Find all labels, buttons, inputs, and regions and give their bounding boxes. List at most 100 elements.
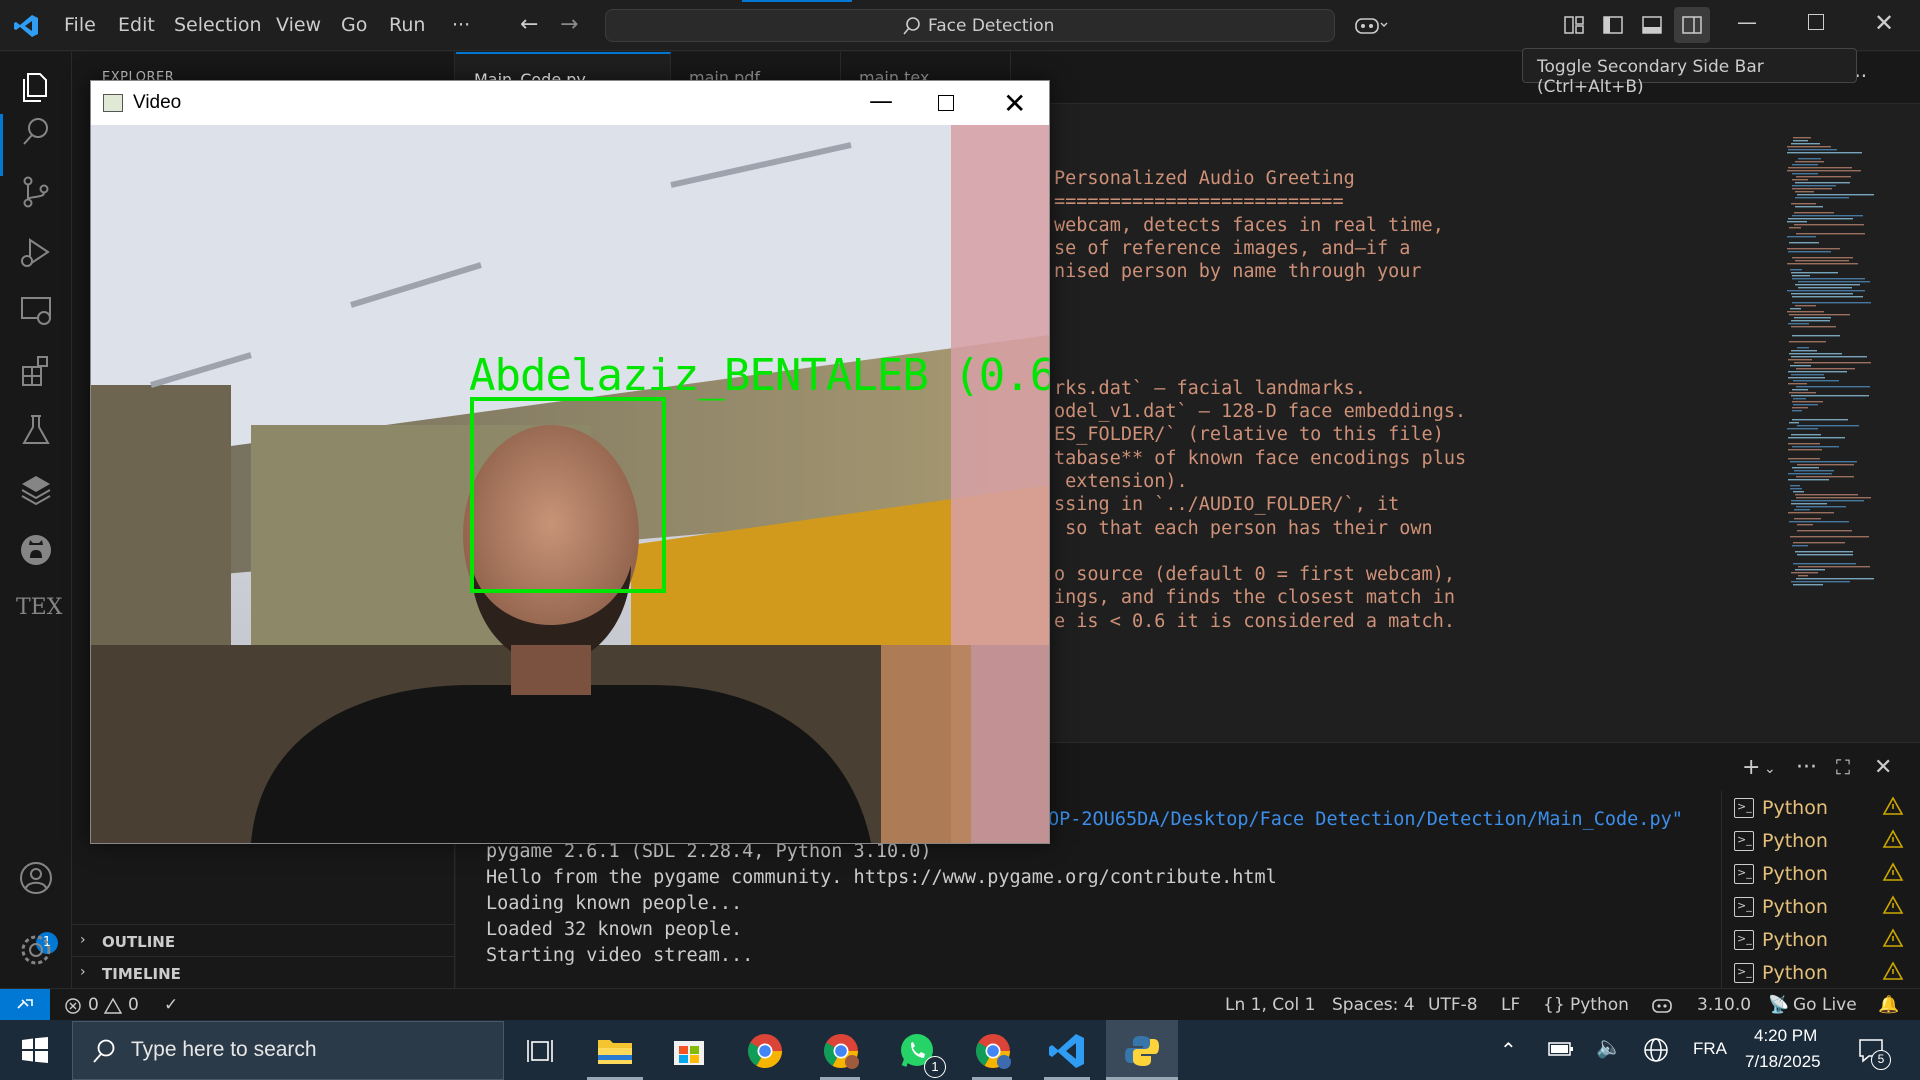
remote-indicator[interactable] — [0, 989, 50, 1020]
bell-icon[interactable]: 🔔 — [1878, 995, 1899, 1015]
toggle-primary-sidebar-icon[interactable] — [1601, 13, 1625, 37]
warning-icon[interactable] — [104, 997, 122, 1015]
minimap-line — [1787, 221, 1807, 223]
terminal-session[interactable]: >_ Python — [1722, 923, 1920, 956]
command-center-search[interactable]: Face Detection — [605, 9, 1335, 42]
chevron-right-icon: › — [80, 932, 86, 948]
run-debug-icon[interactable] — [16, 232, 56, 272]
terminal-session[interactable]: >_ Python — [1722, 956, 1920, 989]
microsoft-store-icon[interactable] — [666, 1028, 712, 1074]
video-titlebar[interactable]: Video — ✕ — [91, 81, 1049, 125]
layers-icon[interactable] — [16, 470, 56, 510]
indentation[interactable]: Spaces: 4 — [1332, 995, 1415, 1015]
python-icon[interactable] — [1119, 1028, 1165, 1074]
warning-count[interactable]: 0 — [128, 995, 139, 1015]
explorer-icon[interactable] — [16, 66, 56, 106]
input-language[interactable]: FRA — [1693, 1039, 1727, 1059]
minimize-icon[interactable]: — — [869, 87, 893, 115]
account-icon[interactable] — [16, 858, 56, 898]
minimap-line — [1789, 422, 1799, 424]
session-label: Python — [1762, 863, 1828, 885]
taskbar-search[interactable]: Type here to search — [72, 1021, 504, 1080]
check-icon[interactable]: ✓ — [164, 995, 178, 1015]
outline-section[interactable]: › OUTLINE — [72, 924, 455, 956]
forward-arrow-icon[interactable]: → — [560, 12, 578, 37]
minimap[interactable] — [1785, 137, 1905, 587]
maximize-icon[interactable] — [1808, 14, 1824, 30]
globe-icon[interactable] — [1643, 1037, 1669, 1063]
minimap-line — [1795, 494, 1858, 496]
vscode-icon[interactable] — [1044, 1028, 1090, 1074]
minimap-line — [1789, 242, 1819, 244]
toggle-secondary-sidebar-icon[interactable] — [1680, 13, 1704, 37]
tex-icon[interactable]: TEX — [16, 588, 62, 628]
copilot-status-icon[interactable] — [1651, 995, 1673, 1015]
video-window[interactable]: Video — ✕ Abdelaziz_BENTALEB (0.64) — [90, 80, 1050, 844]
minimap-line — [1793, 137, 1811, 139]
new-terminal-icon[interactable]: + — [1742, 755, 1760, 780]
error-count[interactable]: 0 — [88, 995, 99, 1015]
minimap-line — [1792, 185, 1836, 187]
clock-date[interactable]: 7/18/2025 — [1745, 1052, 1821, 1072]
github-icon[interactable] — [16, 530, 56, 570]
volume-icon[interactable]: 🔈 — [1596, 1036, 1622, 1060]
minimap-line — [1791, 434, 1821, 436]
warning-icon — [1882, 796, 1904, 815]
minimap-line — [1792, 467, 1819, 469]
file-explorer-icon[interactable] — [592, 1028, 638, 1074]
terminal-session[interactable]: >_ Python — [1722, 890, 1920, 923]
toggle-panel-icon[interactable] — [1640, 13, 1664, 37]
code-line: webcam, detects faces in real time, — [1054, 214, 1444, 236]
line-ending[interactable]: LF — [1501, 995, 1520, 1015]
terminal-session[interactable]: >_ Python — [1722, 791, 1920, 824]
terminal-line: Loaded 32 known people. — [486, 919, 743, 940]
customize-layout-icon[interactable] — [1562, 13, 1586, 37]
close-panel-icon[interactable]: ✕ — [1874, 755, 1892, 780]
menu-view[interactable]: View — [276, 14, 321, 36]
search-icon[interactable] — [16, 112, 56, 152]
language-mode[interactable]: Python — [1570, 995, 1629, 1015]
menu-edit[interactable]: Edit — [118, 14, 155, 36]
minimap-line — [1787, 428, 1818, 430]
go-live-button[interactable]: Go Live — [1793, 995, 1857, 1015]
chrome-icon[interactable] — [742, 1028, 788, 1074]
more-actions-icon[interactable]: ··· — [1796, 755, 1817, 780]
menu-more[interactable]: ··· — [452, 14, 470, 36]
close-icon[interactable]: ✕ — [1874, 9, 1894, 37]
minimap-line — [1791, 503, 1827, 505]
minimap-line — [1792, 164, 1818, 166]
terminal-session[interactable]: >_ Python — [1722, 824, 1920, 857]
back-arrow-icon[interactable]: ← — [520, 12, 538, 37]
search-placeholder: Type here to search — [131, 1038, 317, 1061]
python-version[interactable]: 3.10.0 — [1697, 995, 1751, 1015]
terminal-session[interactable]: >_ Python — [1722, 857, 1920, 890]
code-line: odel_v1.dat` – 128-D face embeddings. — [1054, 401, 1467, 422]
encoding[interactable]: UTF-8 — [1428, 995, 1478, 1015]
timeline-section[interactable]: › TIMELINE — [72, 956, 455, 988]
show-hidden-icons[interactable]: ⌃ — [1500, 1038, 1517, 1063]
remote-explorer-icon[interactable] — [16, 290, 56, 330]
copilot-icon[interactable] — [1354, 13, 1388, 37]
maximize-panel-icon[interactable]: ⛶ — [1836, 755, 1850, 779]
source-control-icon[interactable] — [16, 172, 56, 212]
chevron-down-icon[interactable]: ⌄ — [1764, 761, 1776, 777]
windows-start-icon[interactable] — [22, 1037, 48, 1063]
menu-run[interactable]: Run — [389, 14, 425, 36]
close-icon[interactable]: ✕ — [1003, 87, 1026, 120]
settings-gear-icon[interactable] — [16, 930, 56, 970]
extensions-icon[interactable] — [16, 350, 56, 390]
battery-icon[interactable] — [1548, 1040, 1574, 1058]
clock-time[interactable]: 4:20 PM — [1754, 1026, 1817, 1046]
minimap-line — [1794, 317, 1831, 319]
menu-go[interactable]: Go — [341, 14, 367, 36]
maximize-icon[interactable] — [938, 95, 954, 111]
menu-selection[interactable]: Selection — [174, 14, 262, 36]
chrome-profile-icon[interactable] — [818, 1028, 864, 1074]
minimize-icon[interactable]: — — [1737, 10, 1757, 34]
cursor-position[interactable]: Ln 1, Col 1 — [1225, 995, 1316, 1015]
menu-file[interactable]: File — [64, 14, 96, 36]
chrome-profile-icon[interactable] — [970, 1028, 1016, 1074]
testing-icon[interactable] — [16, 410, 56, 450]
error-icon[interactable] — [64, 997, 82, 1015]
task-view-icon[interactable] — [518, 1028, 564, 1074]
